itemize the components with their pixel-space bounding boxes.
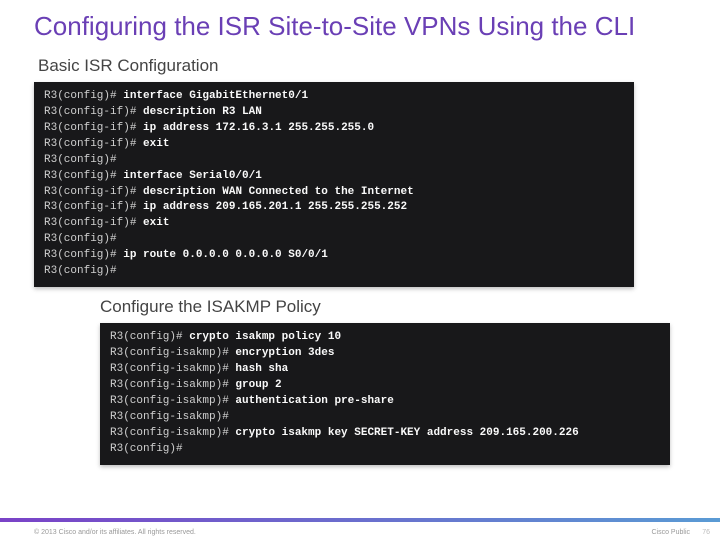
terminal-prompt: R3(config)# [44,90,123,102]
terminal-prompt: R3(config)# [44,154,117,166]
terminal-prompt: R3(config)# [44,249,123,261]
terminal-command: crypto isakmp policy 10 [189,331,341,343]
section-label-basic: Basic ISR Configuration [0,48,720,82]
terminal-command: ip address 209.165.201.1 255.255.255.252 [143,201,407,213]
terminal-prompt: R3(config-if)# [44,106,143,118]
terminal-line: R3(config-if)# ip address 172.16.3.1 255… [44,121,624,137]
terminal-line: R3(config)# ip route 0.0.0.0 0.0.0.0 S0/… [44,248,624,264]
page-number: 76 [702,529,710,536]
terminal-prompt: R3(config)# [44,265,117,277]
terminal-command: description WAN Connected to the Interne… [143,186,414,198]
terminal-line: R3(config-isakmp)# crypto isakmp key SEC… [110,426,660,442]
terminal-prompt: R3(config)# [44,170,123,182]
slide: Configuring the ISR Site-to-Site VPNs Us… [0,0,720,540]
terminal-command: group 2 [235,379,281,391]
terminal-prompt: R3(config-isakmp)# [110,379,235,391]
terminal-command: description R3 LAN [143,106,262,118]
terminal-prompt: R3(config-isakmp)# [110,395,235,407]
terminal-command: exit [143,138,169,150]
terminal-line: R3(config)# [110,442,660,458]
terminal-line: R3(config)# [44,232,624,248]
footer-copyright: © 2013 Cisco and/or its affiliates. All … [34,529,196,536]
terminal-prompt: R3(config-if)# [44,201,143,213]
footer-accent-bar [0,518,720,522]
terminal-prompt: R3(config)# [110,331,189,343]
footer-label: Cisco Public [651,529,690,536]
terminal-command: encryption 3des [235,347,334,359]
terminal-prompt: R3(config-if)# [44,217,143,229]
terminal-command: ip address 172.16.3.1 255.255.255.0 [143,122,374,134]
terminal-command: exit [143,217,169,229]
terminal-line: R3(config-isakmp)# group 2 [110,378,660,394]
terminal-line: R3(config)# crypto isakmp policy 10 [110,330,660,346]
terminal-line: R3(config-if)# exit [44,137,624,153]
terminal-line: R3(config)# [44,153,624,169]
terminal-line: R3(config-if)# description WAN Connected… [44,185,624,201]
terminal-command: interface GigabitEthernet0/1 [123,90,308,102]
terminal-line: R3(config-isakmp)# [110,410,660,426]
terminal-command: interface Serial0/0/1 [123,170,262,182]
terminal-prompt: R3(config-isakmp)# [110,363,235,375]
terminal-prompt: R3(config-isakmp)# [110,411,229,423]
terminal-basic-config: R3(config)# interface GigabitEthernet0/1… [34,82,634,287]
terminal-line: R3(config)# interface GigabitEthernet0/1 [44,89,624,105]
terminal-line: R3(config-if)# exit [44,216,624,232]
terminal-line: R3(config-isakmp)# hash sha [110,362,660,378]
terminal-prompt: R3(config)# [44,233,117,245]
terminal-line: R3(config-if)# description R3 LAN [44,105,624,121]
terminal-line: R3(config-isakmp)# encryption 3des [110,346,660,362]
terminal-prompt: R3(config-isakmp)# [110,347,235,359]
terminal-line: R3(config)# [44,264,624,280]
terminal-command: ip route 0.0.0.0 0.0.0.0 S0/0/1 [123,249,328,261]
slide-title: Configuring the ISR Site-to-Site VPNs Us… [0,0,660,48]
terminal-prompt: R3(config-if)# [44,138,143,150]
terminal-prompt: R3(config-if)# [44,186,143,198]
terminal-isakmp-config: R3(config)# crypto isakmp policy 10R3(co… [100,323,670,465]
section-label-isakmp: Configure the ISAKMP Policy [0,287,720,323]
terminal-prompt: R3(config-isakmp)# [110,427,235,439]
terminal-line: R3(config-isakmp)# authentication pre-sh… [110,394,660,410]
terminal-prompt: R3(config)# [110,443,183,455]
terminal-command: authentication pre-share [235,395,393,407]
terminal-line: R3(config)# interface Serial0/0/1 [44,169,624,185]
terminal-command: crypto isakmp key SECRET-KEY address 209… [235,427,578,439]
terminal-line: R3(config-if)# ip address 209.165.201.1 … [44,200,624,216]
terminal-prompt: R3(config-if)# [44,122,143,134]
terminal-command: hash sha [235,363,288,375]
